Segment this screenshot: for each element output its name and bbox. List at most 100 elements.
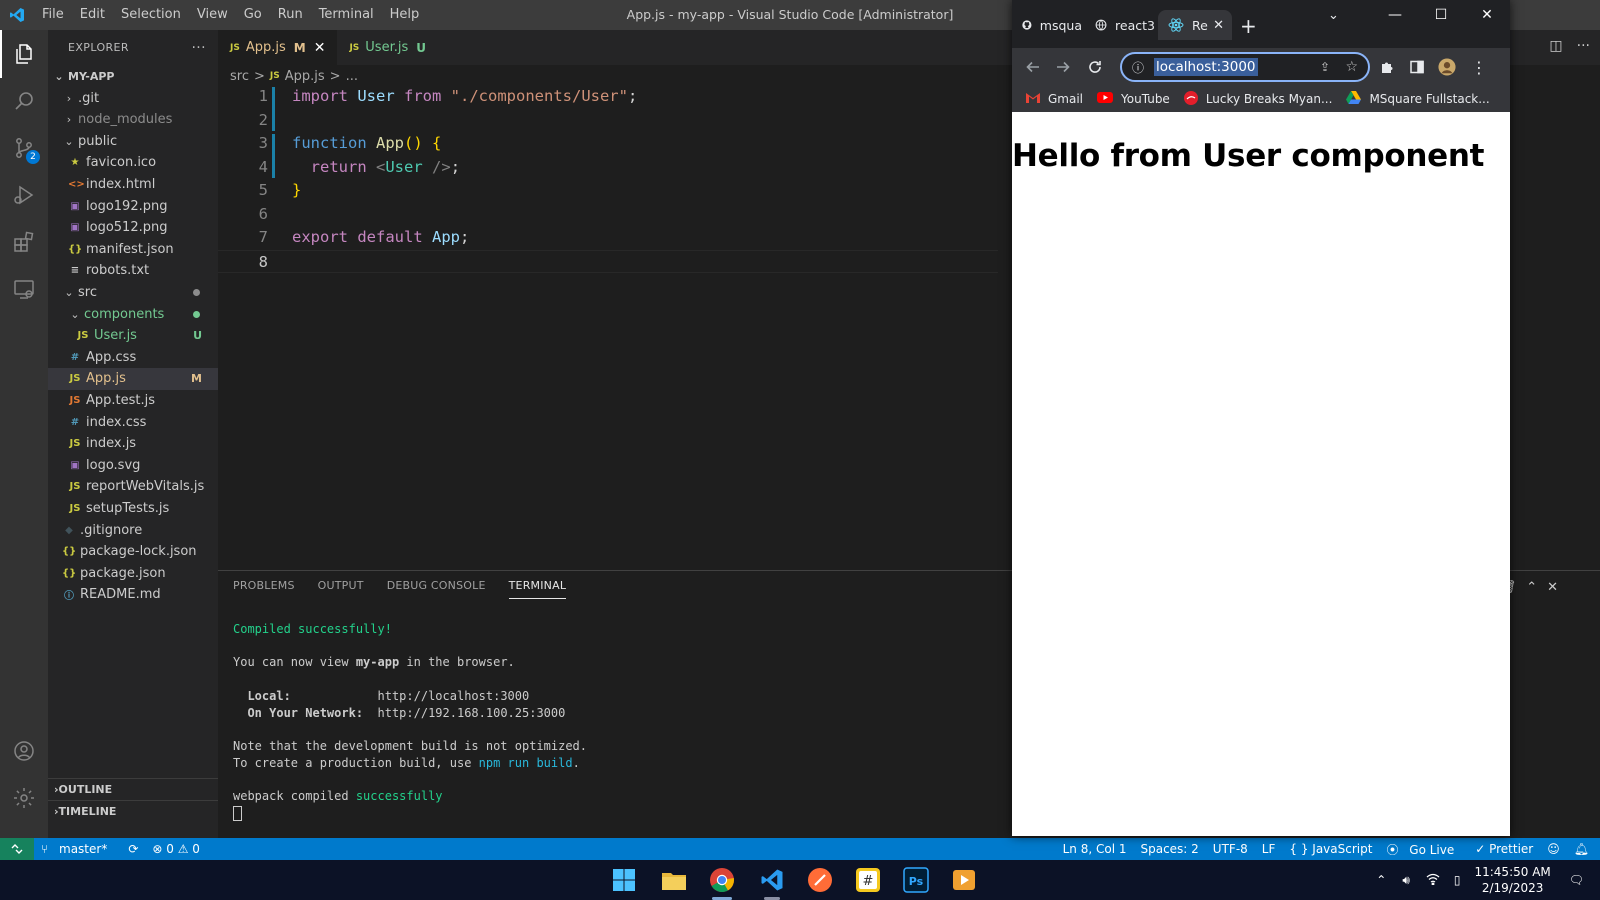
folder-item[interactable]: › node_modules	[48, 109, 218, 131]
indentation[interactable]: Spaces: 2	[1133, 842, 1205, 856]
file-item[interactable]: ≡ robots.txt	[48, 260, 218, 282]
tab-search-chevron-icon[interactable]: ⌄	[1328, 8, 1339, 23]
menu-go[interactable]: Go	[236, 0, 270, 30]
source-control-icon[interactable]: 2	[0, 124, 48, 172]
file-item[interactable]: ★ favicon.ico	[48, 152, 218, 174]
bookmark-msquare[interactable]: MSquare Fullstack...	[1346, 91, 1490, 107]
explorer-icon[interactable]	[0, 30, 48, 78]
cursor-position[interactable]: Ln 8, Col 1	[1056, 842, 1134, 856]
battery-icon[interactable]: ▯	[1454, 873, 1461, 887]
file-item[interactable]: JS reportWebVitals.js	[48, 476, 218, 498]
close-tab-icon[interactable]: ✕	[1213, 18, 1224, 33]
panel-tab-debug-console[interactable]: DEBUG CONSOLE	[387, 579, 486, 599]
maximize-panel-icon[interactable]: ⌃	[1526, 580, 1537, 595]
forward-arrow-icon[interactable]	[1054, 58, 1072, 76]
settings-gear-icon[interactable]	[0, 774, 48, 822]
feedback-icon[interactable]: ☺	[1540, 842, 1567, 856]
file-item[interactable]: JS App.js M	[48, 367, 218, 390]
menu-edit[interactable]: Edit	[72, 0, 113, 30]
go-live-button[interactable]: ⦿ Go Live	[1379, 841, 1468, 858]
notification-center-icon[interactable]: 🗨︎	[1569, 873, 1584, 887]
close-window-icon[interactable]: ✕	[1464, 0, 1510, 30]
outline-section[interactable]: › OUTLINE	[48, 778, 218, 800]
remote-explorer-icon[interactable]	[0, 265, 48, 313]
folder-item[interactable]: ⌄ src	[48, 281, 218, 303]
breadcrumb-item[interactable]: src	[230, 69, 249, 84]
address-bar[interactable]: ⓘ localhost:3000 ⇪ ☆	[1120, 52, 1370, 82]
sync-icon[interactable]: ⟳	[121, 842, 145, 856]
file-item[interactable]: {} package.json	[48, 562, 218, 584]
file-explorer-icon[interactable]	[658, 864, 690, 896]
file-item[interactable]: JS User.js U	[48, 325, 218, 347]
postman-icon[interactable]	[804, 864, 836, 896]
bookmark-star-icon[interactable]: ☆	[1345, 59, 1358, 75]
language-mode[interactable]: { } JavaScript	[1282, 842, 1379, 856]
menu-file[interactable]: File	[34, 0, 72, 30]
menu-run[interactable]: Run	[270, 0, 311, 30]
chrome-menu-icon[interactable]: ⋮	[1470, 58, 1488, 77]
more-actions-icon[interactable]: ···	[1577, 38, 1590, 54]
browser-tab-3-active[interactable]: Re ✕	[1158, 10, 1232, 40]
accounts-icon[interactable]	[0, 727, 48, 775]
encoding[interactable]: UTF-8	[1206, 842, 1255, 856]
panel-tab-output[interactable]: OUTPUT	[318, 579, 364, 599]
side-panel-icon[interactable]	[1408, 58, 1426, 76]
sticky-notes-icon[interactable]: #	[852, 864, 884, 896]
file-item[interactable]: # index.css	[48, 411, 218, 433]
bookmark-lucky[interactable]: Lucky Breaks Myan...	[1183, 90, 1332, 108]
editor-tab-app-js[interactable]: JS App.js M ✕	[218, 30, 338, 65]
file-item[interactable]: ▣ logo512.png	[48, 217, 218, 239]
panel-tab-terminal[interactable]: TERMINAL	[508, 579, 567, 599]
reload-icon[interactable]	[1086, 58, 1104, 76]
split-editor-icon[interactable]: ◫	[1549, 38, 1562, 54]
file-item[interactable]: ◆ .gitignore	[48, 519, 218, 541]
project-folder[interactable]: ⌄ MY-APP	[48, 65, 218, 87]
extensions-icon[interactable]	[0, 218, 48, 266]
menu-selection[interactable]: Selection	[113, 0, 189, 30]
file-item[interactable]: ⓘ README.md	[48, 584, 218, 606]
prettier-status[interactable]: ✓ Prettier	[1468, 842, 1540, 856]
clock[interactable]: 11:45:50 AM 2/19/2023	[1474, 864, 1550, 896]
end-of-line[interactable]: LF	[1255, 842, 1283, 856]
breadcrumb-item[interactable]: ...	[346, 69, 358, 84]
media-player-icon[interactable]	[948, 864, 980, 896]
notifications-bell-icon[interactable]: 🔔︎	[1567, 842, 1596, 856]
new-tab-button[interactable]: +	[1240, 14, 1257, 38]
vscode-taskbar-icon[interactable]	[756, 864, 788, 896]
git-branch[interactable]: ⑂ master*	[34, 842, 121, 856]
extensions-puzzle-icon[interactable]	[1378, 58, 1396, 76]
profile-avatar[interactable]	[1438, 58, 1456, 76]
bookmark-gmail[interactable]: Gmail	[1026, 92, 1083, 106]
volume-icon[interactable]: 🔊︎	[1402, 873, 1410, 888]
file-item[interactable]: JS index.js	[48, 433, 218, 455]
editor-scrollbar[interactable]	[1580, 87, 1600, 570]
menu-terminal[interactable]: Terminal	[311, 0, 382, 30]
site-info-icon[interactable]: ⓘ	[1132, 59, 1144, 76]
folder-item[interactable]: ⌄ components	[48, 303, 218, 325]
minimize-icon[interactable]: —	[1372, 0, 1418, 30]
file-item[interactable]: {} manifest.json	[48, 238, 218, 260]
chevron-up-icon[interactable]: ⌃	[1376, 873, 1386, 887]
photoshop-icon[interactable]: Ps	[900, 864, 932, 896]
browser-tab-1[interactable]: msqua	[1012, 10, 1082, 40]
file-item[interactable]: {} package-lock.json	[48, 541, 218, 563]
run-debug-icon[interactable]	[0, 171, 48, 219]
share-icon[interactable]: ⇪	[1320, 60, 1330, 74]
code-editor[interactable]: 1 import User from "./components/User"; 2 3…	[218, 87, 998, 570]
bookmark-youtube[interactable]: YouTube	[1097, 92, 1170, 106]
folder-item[interactable]: ⌄ public	[48, 130, 218, 152]
close-tab-icon[interactable]: ✕	[314, 40, 326, 56]
wifi-icon[interactable]	[1426, 873, 1440, 888]
file-item[interactable]: <> index.html	[48, 173, 218, 195]
maximize-icon[interactable]: ☐	[1418, 0, 1464, 30]
chrome-icon[interactable]	[706, 864, 738, 896]
search-icon[interactable]	[0, 77, 48, 125]
explorer-more-icon[interactable]: ···	[191, 40, 206, 56]
file-item[interactable]: ▣ logo192.png	[48, 195, 218, 217]
file-item[interactable]: # App.css	[48, 346, 218, 368]
remote-indicator-icon[interactable]	[0, 838, 34, 860]
timeline-section[interactable]: › TIMELINE	[48, 800, 218, 822]
file-item[interactable]: JS App.test.js	[48, 389, 218, 411]
panel-tab-problems[interactable]: PROBLEMS	[233, 579, 295, 599]
menu-view[interactable]: View	[189, 0, 236, 30]
